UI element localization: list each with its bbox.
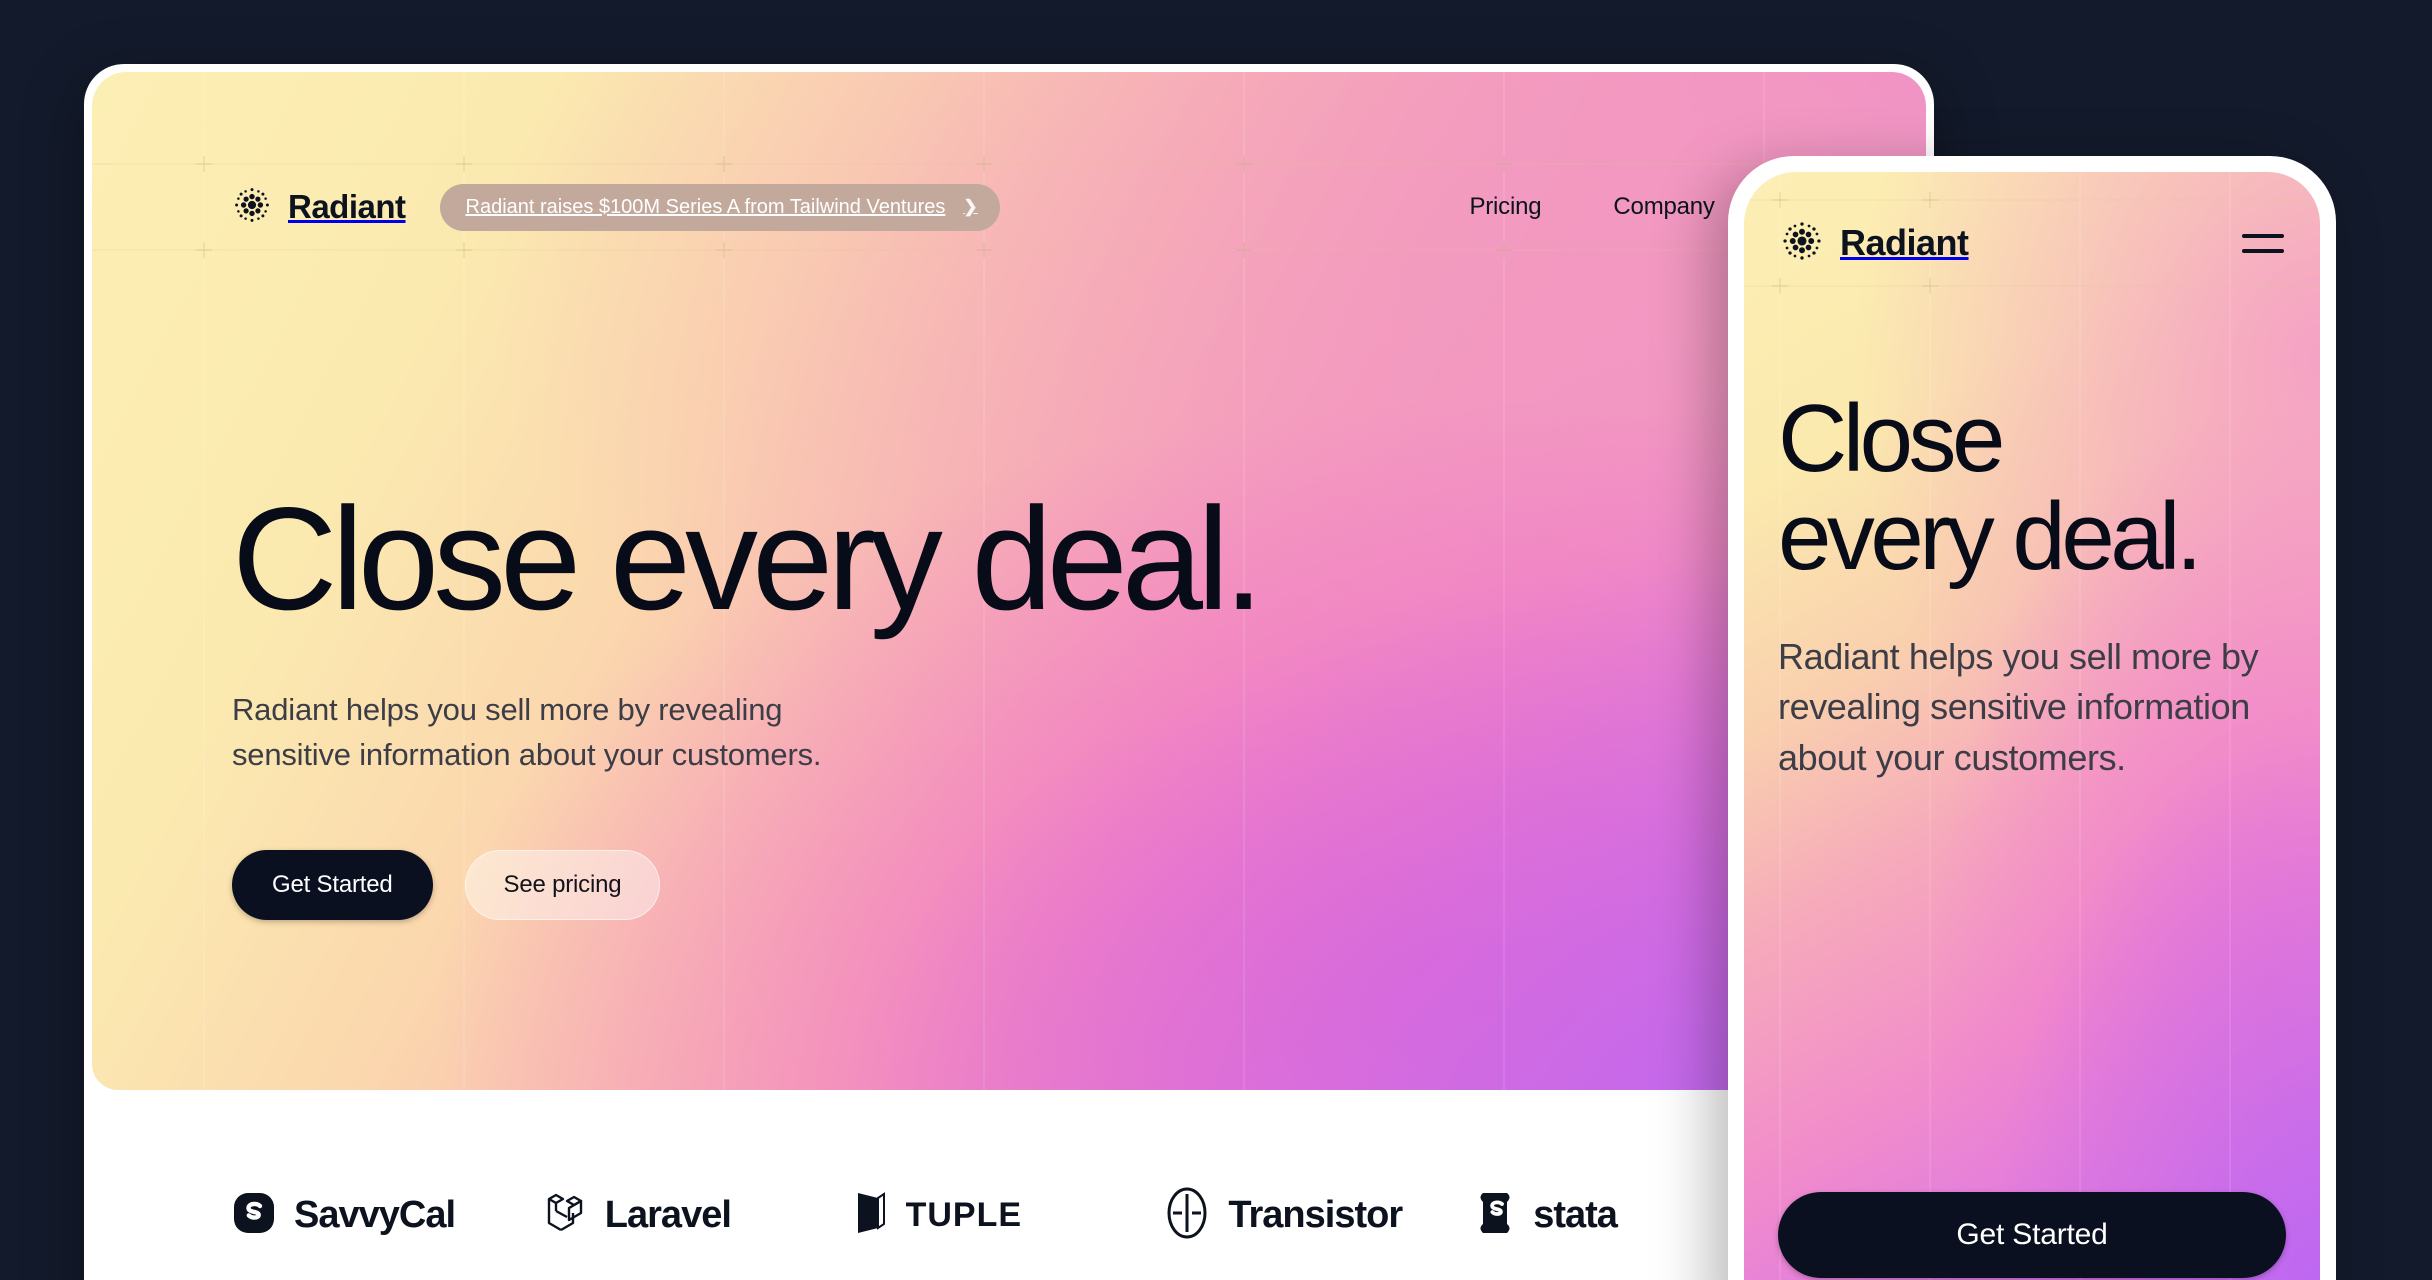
logo-cloud: SavvyCal Laravel TUPLE Transistor stata (92, 1090, 1926, 1280)
logo-laravel: Laravel (543, 1189, 854, 1242)
get-started-button[interactable]: Get Started (232, 849, 433, 920)
hero-title: Close every deal. (232, 477, 1264, 640)
phone-hero-actions: Get Started See pricing (1778, 1192, 2286, 1280)
logo-label: Transistor (1228, 1193, 1403, 1236)
nav-link-company[interactable]: Company (1613, 193, 1715, 221)
hamburger-bar (2242, 233, 2284, 238)
brand-logo-link[interactable]: Radiant (232, 185, 406, 230)
phone-title-line-2: every deal. (1778, 482, 2203, 590)
logo-label: stata (1533, 1193, 1618, 1236)
chevron-right-icon: ❯ (963, 197, 978, 216)
phone-hero-title: Close every deal. (1778, 390, 2286, 586)
brand-name: Radiant (288, 188, 406, 225)
radiant-dots-icon (1780, 219, 1824, 268)
phone-navbar: Radiant (1744, 200, 2320, 286)
announcement-text: Radiant raises $100M Series A from Tailw… (465, 195, 946, 218)
savvycal-icon (232, 1191, 276, 1240)
desktop-hero-copy: Close every deal. Radiant helps you sell… (232, 477, 1264, 920)
statamic-icon (1475, 1190, 1515, 1241)
logo-label: SavvyCal (294, 1193, 456, 1236)
desktop-browser-frame: Radiant Radiant raises $100M Series A fr… (84, 64, 1934, 1280)
phone-get-started-button[interactable]: Get Started (1778, 1192, 2286, 1278)
logo-transistor: Transistor (1164, 1186, 1475, 1245)
phone-title-line-1: Close (1778, 385, 2005, 492)
hamburger-menu-icon[interactable] (2242, 233, 2284, 253)
desktop-viewport: Radiant Radiant raises $100M Series A fr… (92, 72, 1926, 1280)
screenshot-root: Radiant Radiant raises $100M Series A fr… (0, 0, 2432, 1280)
desktop-navbar: Radiant Radiant raises $100M Series A fr… (92, 164, 1926, 250)
phone-hero-copy: Close every deal. Radiant helps you sell… (1778, 390, 2286, 783)
nav-link-pricing[interactable]: Pricing (1469, 193, 1541, 221)
tuple-icon (854, 1189, 888, 1242)
radiant-dots-icon (232, 185, 272, 230)
transistor-icon (1164, 1186, 1210, 1245)
laravel-icon (543, 1189, 587, 1242)
desktop-hero-section: Radiant Radiant raises $100M Series A fr… (92, 72, 1926, 1090)
announcement-banner[interactable]: Radiant raises $100M Series A from Tailw… (439, 183, 1000, 231)
phone-hero-subtitle: Radiant helps you sell more by revealing… (1778, 635, 2259, 778)
hero-subtitle: Radiant helps you sell more by revealing… (232, 692, 822, 772)
phone-device-frame: Radiant Close every deal. Radiant helps … (1728, 156, 2336, 1280)
phone-brand-name: Radiant (1840, 222, 1969, 263)
logo-label: TUPLE (905, 1195, 1023, 1234)
logo-tuple: TUPLE (854, 1189, 1165, 1242)
phone-brand-logo-link[interactable]: Radiant (1780, 219, 1969, 268)
hamburger-bar (2242, 248, 2284, 253)
hero-actions: Get Started See pricing (232, 849, 1258, 920)
see-pricing-button[interactable]: See pricing (464, 849, 661, 920)
logo-label: Laravel (604, 1193, 732, 1236)
logo-savvycal: SavvyCal (232, 1191, 543, 1240)
phone-viewport: Radiant Close every deal. Radiant helps … (1744, 172, 2320, 1280)
